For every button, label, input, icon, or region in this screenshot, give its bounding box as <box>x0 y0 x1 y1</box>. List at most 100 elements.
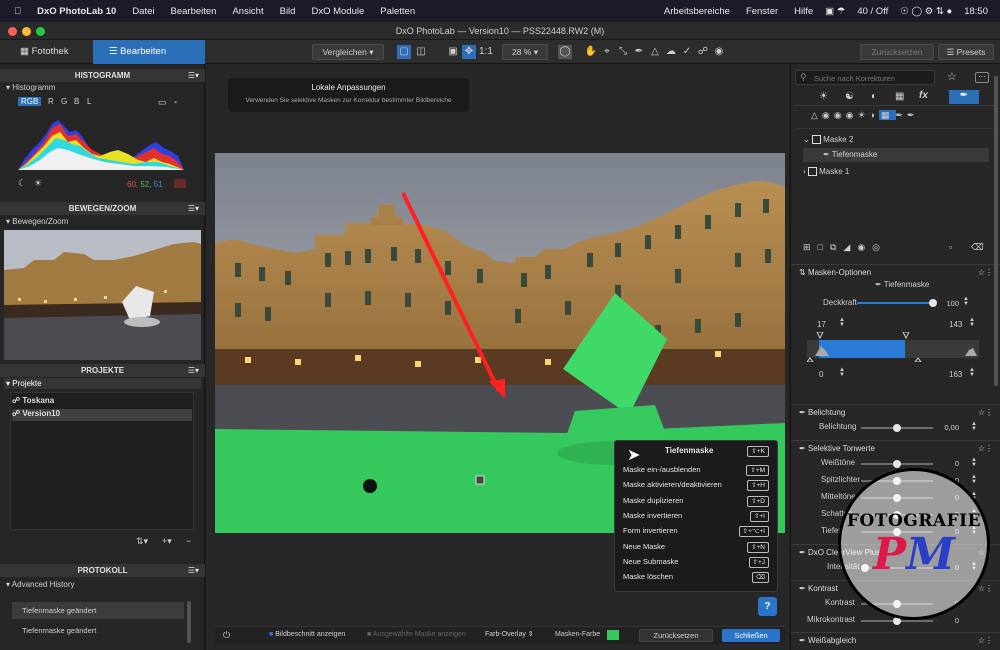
panel-options-icon[interactable]: ⋯ <box>975 72 989 83</box>
panel-menu-icon[interactable]: ☰▾ <box>188 202 199 215</box>
system-tray-icons[interactable]: ☉ ◯ ⚙ ⇅ ● <box>896 6 956 17</box>
move-zoom-sub[interactable]: ▾ Bewegen/Zoom <box>6 217 68 226</box>
history-header[interactable]: PROTOKOLL ☰▾ <box>0 564 205 577</box>
eyedropper-icon[interactable]: ✒ <box>632 45 646 59</box>
menu-dxo-module[interactable]: DxO Module <box>303 6 372 17</box>
color-tab-icon[interactable]: ☯ <box>845 91 854 102</box>
range-high2-stepper[interactable]: ▲ ▼ <box>969 367 975 378</box>
context-menu-item[interactable]: Neue Maske <box>623 542 665 551</box>
opacity-slider[interactable] <box>857 299 937 307</box>
mask-row[interactable]: › Maske 1 <box>803 167 849 177</box>
mask-action-icons[interactable]: ⊞□⧉◢◉◎ <box>803 242 887 253</box>
local-adjust-icon[interactable]: ◯ <box>558 45 572 59</box>
navigator-thumbnail[interactable] <box>4 230 201 360</box>
search-field[interactable]: ⚲ Suche nach Korrekturen <box>795 70 935 85</box>
range-low[interactable]: 17 <box>817 320 826 329</box>
mask-settings-icon[interactable]: ▫ <box>949 242 952 252</box>
crop-preview-icon[interactable]: ▣ <box>446 45 460 59</box>
opacity-knob[interactable] <box>929 299 937 307</box>
delete-mask-icon[interactable]: ⌫ <box>971 242 984 253</box>
repair-brush-icon[interactable]: ✓ <box>680 45 694 59</box>
apple-menu-icon[interactable]:  <box>0 6 29 17</box>
zoom-dropdown[interactable]: 28 % ▾ <box>502 44 548 60</box>
brush-tool-icon[interactable]: ✒✒ <box>896 110 919 120</box>
visibility-checkbox[interactable] <box>811 135 821 145</box>
submask-row-selected[interactable]: ✒ Tiefenmaske <box>803 148 989 162</box>
menu-arbeitsbereiche[interactable]: Arbeitsbereiche <box>656 6 738 17</box>
fav-icons[interactable]: ☆⋮ <box>978 408 993 417</box>
add-project-icon[interactable]: +▾ <box>162 536 172 547</box>
straighten-icon[interactable]: ⤡ <box>616 45 630 59</box>
history-item[interactable]: Tiefenmaske geändert <box>12 602 184 619</box>
favorites-icon[interactable]: ☆ <box>947 70 957 83</box>
fav-icons[interactable]: ☆⋮ <box>978 268 993 277</box>
channel-r[interactable]: R <box>48 97 54 106</box>
range-high-stepper[interactable]: ▲ ▼ <box>969 317 975 328</box>
context-menu-item[interactable]: Neue Submaske <box>623 557 678 566</box>
tone-stepper[interactable]: ▲▼ <box>971 474 977 485</box>
channel-rgb[interactable]: RGB <box>18 97 42 106</box>
local-tab-icon[interactable]: ✒ <box>949 90 979 104</box>
exposure-section[interactable]: ✒ Belichtung ☆⋮ <box>791 404 1000 418</box>
exposure-slider[interactable] <box>861 424 933 432</box>
hand-tool-icon[interactable]: ✋ <box>584 45 598 59</box>
project-item-selected[interactable]: ☍ Version10 <box>12 409 192 421</box>
history-item[interactable]: Tiefenmaske geändert <box>12 622 184 639</box>
projects-sub[interactable]: ▾ Projekte <box>6 379 42 388</box>
exposure-stepper[interactable]: ▲ ▼ <box>971 421 977 432</box>
exposure-knob[interactable] <box>893 424 901 432</box>
help-button[interactable]: ? <box>758 597 777 616</box>
context-menu-item[interactable]: Maske aktivieren/deaktivieren <box>623 480 722 489</box>
mask-handle[interactable] <box>363 479 377 493</box>
histogram-header[interactable]: HISTOGRAMM ☰▾ <box>0 69 205 82</box>
maximize-window-icon[interactable] <box>36 27 45 36</box>
menu-datei[interactable]: Datei <box>124 6 162 17</box>
reset-toolbar-button[interactable]: Zurücksetzen <box>860 44 934 60</box>
exposure-value[interactable]: 0,00 <box>939 423 959 432</box>
range-high[interactable]: 143 <box>949 320 962 329</box>
horizon-icon[interactable]: ☁ <box>664 45 678 59</box>
range-low-stepper[interactable]: ▲ ▼ <box>839 317 845 328</box>
context-menu-item[interactable]: Form invertieren <box>623 526 678 535</box>
depth-mask-tool-icon[interactable]: ▦ <box>879 110 896 120</box>
range-high2[interactable]: 163 <box>949 370 962 379</box>
fav-icons[interactable]: ☆⋮ <box>978 444 993 453</box>
channel-b[interactable]: B <box>74 97 79 106</box>
depth-range-graph[interactable] <box>807 332 979 362</box>
menu-ansicht[interactable]: Ansicht <box>224 6 271 17</box>
panel-menu-icon[interactable]: ☰▾ <box>188 564 199 577</box>
mask-options-section[interactable]: ⇅ Masken-Optionen ☆⋮ <box>791 264 1000 278</box>
panel-menu-icon[interactable]: ☰▾ <box>188 69 199 82</box>
range-low2[interactable]: 0 <box>819 370 823 379</box>
eye-icon[interactable]: ◉ <box>712 45 726 59</box>
right-scrollbar[interactable] <box>994 76 998 386</box>
menu-app[interactable]: DxO PhotoLab 10 <box>29 6 124 17</box>
range-low2-stepper[interactable]: ▲ ▼ <box>839 367 845 378</box>
monitor-icon[interactable]: ▭ <box>158 97 167 108</box>
fav-icons[interactable]: ☆⋮ <box>978 636 993 645</box>
wb-section[interactable]: ✒ Weißabgleich ☆⋮ <box>791 632 1000 646</box>
status-icons[interactable]: ▣ ☂ <box>821 6 849 17</box>
visibility-checkbox[interactable] <box>807 167 817 177</box>
remove-project-icon[interactable]: − <box>186 536 191 546</box>
detail-tab-icon[interactable]: ◐ <box>871 91 877 102</box>
close-button[interactable]: Schließen <box>722 629 780 642</box>
clock[interactable]: 18:50 <box>956 6 1000 17</box>
show-mask-checkbox[interactable]: ■ Ausgewählte Maske anzeigen <box>367 631 466 638</box>
tones-section[interactable]: ✒ Selektive Tonwerte ☆⋮ <box>791 440 1000 454</box>
sort-icon[interactable]: ⇅▾ <box>136 536 148 547</box>
link-icon[interactable]: ☍ <box>696 45 710 59</box>
sun-icon[interactable]: ☀ <box>34 178 42 189</box>
crop-tool-icon[interactable]: ⌖ <box>600 45 614 59</box>
single-view-icon[interactable]: ▢ <box>397 45 411 59</box>
tone-stepper[interactable]: ▲▼ <box>971 457 977 468</box>
fit-icon[interactable]: ✥ <box>462 45 476 59</box>
context-menu-item[interactable]: Maske invertieren <box>623 511 682 520</box>
channel-l[interactable]: L <box>87 97 91 106</box>
split-view-icon[interactable]: ◫ <box>414 45 428 59</box>
minimize-window-icon[interactable] <box>22 27 31 36</box>
close-window-icon[interactable] <box>8 27 17 36</box>
opacity-stepper[interactable]: ▲ ▼ <box>963 296 969 307</box>
overlay-dropdown[interactable]: Farb-Overlay ⇕ <box>485 630 549 638</box>
history-sub[interactable]: ▾ Advanced History <box>6 580 75 589</box>
